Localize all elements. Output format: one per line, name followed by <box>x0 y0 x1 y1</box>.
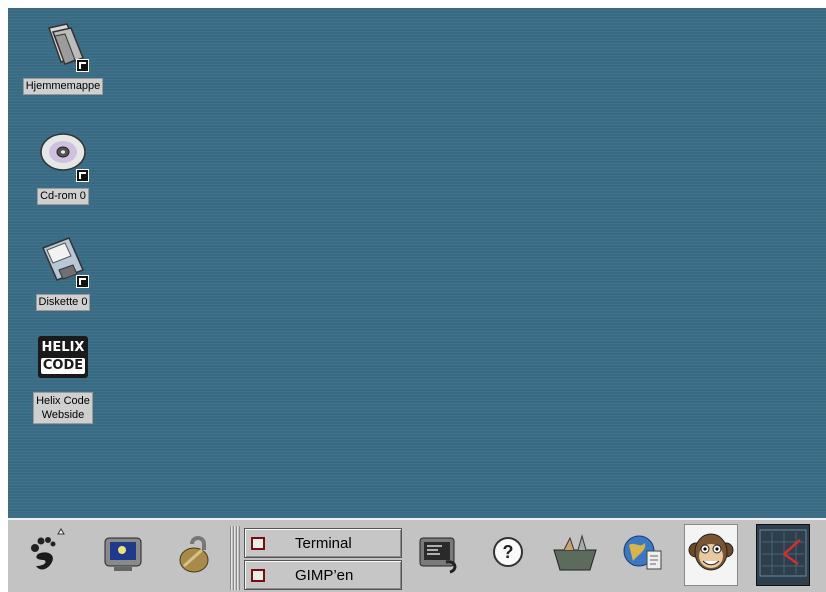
help-icon: ? <box>487 531 531 579</box>
gnome-foot-menu-icon <box>20 528 70 582</box>
window-icon <box>251 568 265 582</box>
padlock-icon <box>172 530 218 580</box>
task-gimp[interactable]: GIMP’en <box>244 560 402 590</box>
clock-icon <box>758 528 808 582</box>
monkey-face-icon <box>686 528 736 582</box>
desktop[interactable]: Hjemmemappe Cd-rom 0 Diskette 0 HELIX CO… <box>8 8 826 518</box>
web-launcher[interactable] <box>616 524 670 586</box>
window-icon <box>251 536 265 550</box>
tasklist: Terminal GIMP’en <box>244 528 402 592</box>
desktop-icon-label: Diskette 0 <box>35 294 91 311</box>
desktop-icon-label: Hjemmemappe <box>22 78 104 95</box>
desktop-icon-label: Cd-rom 0 <box>37 188 89 205</box>
link-badge-icon <box>76 59 89 72</box>
tasklist-handle[interactable] <box>230 526 240 590</box>
desktop-icon-cdrom[interactable]: Cd-rom 0 <box>8 128 118 205</box>
task-label: Terminal <box>295 534 352 552</box>
task-terminal[interactable]: Terminal <box>244 528 402 558</box>
link-badge-icon <box>76 169 89 182</box>
cdrom-icon <box>35 128 91 184</box>
globe-document-icon <box>619 529 667 581</box>
monkey-applet[interactable] <box>684 524 738 586</box>
link-badge-icon <box>76 275 89 288</box>
svg-text:?: ? <box>503 542 514 562</box>
terminal-launcher[interactable] <box>412 524 466 586</box>
desktop-icon-home[interactable]: Hjemmemappe <box>8 18 118 95</box>
helix-code-logo: HELIX CODE <box>38 336 88 378</box>
main-menu-button[interactable] <box>18 524 72 586</box>
task-label: GIMP’en <box>295 566 354 584</box>
desktop-icon-label: Helix Code Webside <box>33 392 93 424</box>
help-launcher[interactable]: ? <box>482 524 536 586</box>
toolbox-launcher[interactable] <box>548 524 602 586</box>
desktop-icon-floppy[interactable]: Diskette 0 <box>8 234 118 311</box>
lock-launcher[interactable] <box>168 524 222 586</box>
panel: Terminal GIMP’en ? <box>8 518 826 592</box>
desktop-icon-helix-code[interactable]: HELIX CODE Helix Code Webside <box>8 334 118 424</box>
home-folder-icon <box>35 18 91 74</box>
monitor-launcher[interactable] <box>96 524 150 586</box>
monitor-icon <box>100 530 146 580</box>
toolbox-icon <box>550 530 600 580</box>
clock-applet[interactable] <box>756 524 810 586</box>
floppy-icon <box>35 234 91 290</box>
terminal-launcher-icon <box>416 530 462 580</box>
